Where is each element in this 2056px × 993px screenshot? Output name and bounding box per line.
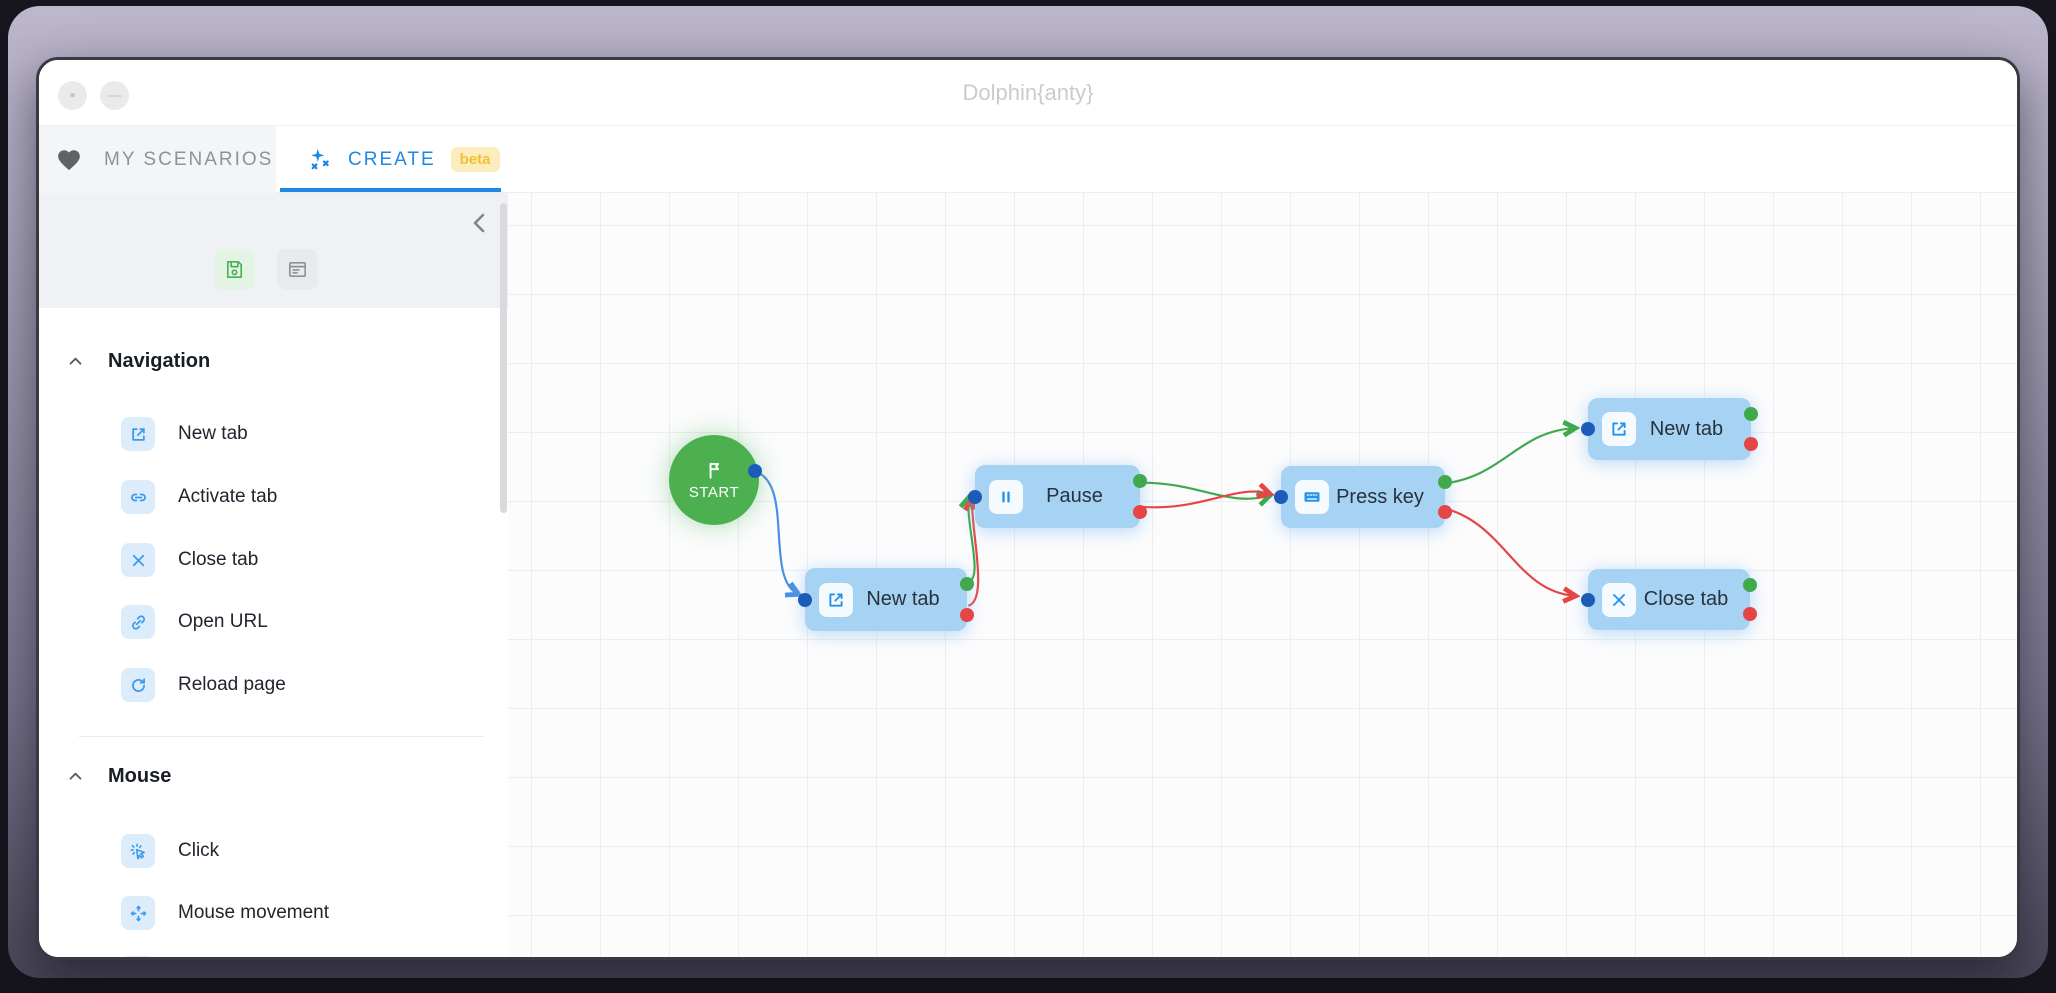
title-bar: Dolphin{anty} ● — [39,60,2017,126]
tab-my-scenarios-label: MY SCENARIOS [104,149,273,171]
error-port[interactable] [1438,505,1452,519]
node-label: START [689,484,739,501]
node-start[interactable]: START [669,435,759,525]
input-port[interactable] [1581,422,1595,436]
sidebar-scrollbar[interactable] [500,203,507,513]
block-new-tab[interactable]: New tab [121,403,248,465]
error-port[interactable] [1744,437,1758,451]
node-new-tab-2[interactable]: New tab [1588,398,1751,460]
tab-create[interactable]: CREATE beta [276,126,502,193]
node-pause[interactable]: Pause [975,465,1140,528]
close-tab-icon [121,543,155,577]
sidebar-header [39,193,508,308]
block-label: Mouse movement [178,902,329,924]
save-scenario-button[interactable] [214,249,255,290]
new-tab-icon [819,583,853,617]
error-port[interactable] [960,608,974,622]
input-port[interactable] [1274,490,1288,504]
tab-my-scenarios[interactable]: MY SCENARIOS [39,126,276,193]
node-label: Press key [1329,486,1431,509]
chevron-up-icon [67,353,84,370]
tab-create-label: CREATE [348,149,436,171]
block-close-tab[interactable]: Close tab [121,529,258,591]
tab-bar: MY SCENARIOS CREATE beta [39,126,2017,193]
app-title: Dolphin{anty} [39,60,2017,126]
chevron-up-icon [67,768,84,785]
block-reload-page[interactable]: Reload page [121,654,286,716]
block-label: Reload page [178,674,286,696]
save-icon [223,258,246,281]
reload-page-icon [121,668,155,702]
log-panel-button[interactable] [277,249,318,290]
node-label: New tab [853,588,953,611]
new-tab-icon [121,417,155,451]
block-mouse-movement[interactable]: Mouse movement [121,882,329,944]
output-port[interactable] [748,464,762,478]
section-title: Mouse [108,765,171,788]
close-tab-icon [1602,583,1636,617]
blocks-sidebar: Navigation New tab Activate tab Close ta… [39,193,508,957]
collapse-sidebar-button[interactable] [467,210,493,238]
section-navigation[interactable]: Navigation [67,346,210,376]
scenario-canvas[interactable]: START New tab Pause Press key New [508,193,2017,957]
node-press-key[interactable]: Press key [1281,466,1445,528]
scroll-icon [121,956,155,960]
node-new-tab-1[interactable]: New tab [805,568,967,631]
app-window: Dolphin{anty} ● — MY SCENARIOS CREATE be… [36,57,2020,960]
block-label: Close tab [178,549,258,571]
block-label: Activate tab [178,486,277,508]
section-divider [79,736,484,737]
open-url-icon [121,605,155,639]
node-label: Pause [1023,485,1126,508]
block-label: New tab [178,423,248,445]
heart-icon [56,147,82,173]
success-port[interactable] [1438,475,1452,489]
input-port[interactable] [798,593,812,607]
input-port[interactable] [1581,593,1595,607]
click-icon [121,834,155,868]
beta-badge: beta [451,147,500,172]
block-scroll[interactable]: Scroll [121,942,226,960]
node-label: New tab [1636,418,1737,441]
node-label: Close tab [1636,588,1736,611]
node-close-tab[interactable]: Close tab [1588,569,1750,630]
edge-presskey-newtab2-success[interactable] [1442,428,1575,484]
activate-tab-icon [121,480,155,514]
error-port[interactable] [1743,607,1757,621]
back-dot-icon: ● [58,81,87,110]
edge-presskey-closetab-error[interactable] [1442,508,1575,596]
block-click[interactable]: Click [121,820,219,882]
flag-icon [704,460,725,481]
active-tab-indicator [280,188,501,192]
log-icon [286,258,309,281]
window-back-button[interactable]: ● [58,81,87,110]
new-tab-icon [1602,412,1636,446]
block-label: Open URL [178,611,268,633]
window-minimize-button[interactable]: — [100,81,129,110]
success-port[interactable] [1133,474,1147,488]
block-label: Click [178,840,219,862]
section-mouse[interactable]: Mouse [67,761,171,791]
edge-start-newtab1[interactable] [756,472,798,594]
sparkles-icon [306,146,333,173]
block-activate-tab[interactable]: Activate tab [121,466,277,528]
section-title: Navigation [108,350,210,373]
success-port[interactable] [960,577,974,591]
error-port[interactable] [1133,505,1147,519]
success-port[interactable] [1743,578,1757,592]
chevron-left-icon [468,211,492,235]
block-open-url[interactable]: Open URL [121,591,268,653]
minimize-icon: — [100,81,129,110]
mouse-movement-icon [121,896,155,930]
input-port[interactable] [968,490,982,504]
pause-icon [989,480,1023,514]
edges-layer [508,193,2017,957]
keyboard-icon [1295,480,1329,514]
success-port[interactable] [1744,407,1758,421]
